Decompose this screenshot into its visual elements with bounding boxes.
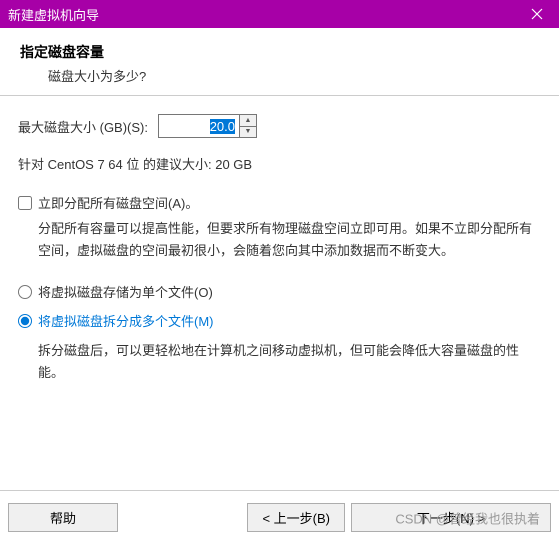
spinner-up[interactable]: ▲	[240, 115, 256, 127]
single-file-row: 将虚拟磁盘存储为单个文件(O)	[18, 282, 541, 301]
footer: 帮助 < 上一步(B) 下一步(N) > CSDN @曾经我也很执着 取消	[0, 490, 559, 544]
page-subtitle: 磁盘大小为多少?	[48, 66, 539, 85]
help-button[interactable]: 帮助	[8, 503, 118, 532]
disk-size-row: 最大磁盘大小 (GB)(S): ▲ ▼	[18, 114, 541, 138]
split-desc: 拆分磁盘后，可以更轻松地在计算机之间移动虚拟机，但可能会降低大容量磁盘的性能。	[38, 340, 541, 384]
disk-size-spinner[interactable]: ▲ ▼	[158, 114, 257, 138]
spinner-down[interactable]: ▼	[240, 127, 256, 138]
single-file-radio[interactable]	[18, 285, 32, 299]
wizard-header: 指定磁盘容量 磁盘大小为多少?	[0, 28, 559, 95]
disk-size-input[interactable]	[159, 115, 239, 137]
next-button[interactable]: 下一步(N) > CSDN @曾经我也很执着	[351, 503, 551, 532]
allocate-label[interactable]: 立即分配所有磁盘空间(A)。	[38, 193, 198, 212]
split-file-row: 将虚拟磁盘拆分成多个文件(M)	[18, 311, 541, 330]
back-button[interactable]: < 上一步(B)	[247, 503, 345, 532]
split-file-label[interactable]: 将虚拟磁盘拆分成多个文件(M)	[38, 311, 214, 330]
disk-size-label: 最大磁盘大小 (GB)(S):	[18, 117, 148, 136]
single-file-label[interactable]: 将虚拟磁盘存储为单个文件(O)	[38, 282, 213, 301]
allocate-checkbox-row: 立即分配所有磁盘空间(A)。	[18, 193, 541, 212]
titlebar: 新建虚拟机向导	[0, 0, 559, 28]
recommend-text: 针对 CentOS 7 64 位 的建议大小: 20 GB	[18, 154, 541, 173]
next-label: 下一步(N) >	[417, 511, 485, 526]
spinner-buttons: ▲ ▼	[239, 115, 256, 137]
allocate-desc: 分配所有容量可以提高性能，但要求所有物理磁盘空间立即可用。如果不立即分配所有空间…	[38, 218, 541, 262]
allocate-checkbox[interactable]	[18, 196, 32, 210]
split-file-radio[interactable]	[18, 314, 32, 328]
content-area: 最大磁盘大小 (GB)(S): ▲ ▼ 针对 CentOS 7 64 位 的建议…	[0, 96, 559, 384]
page-title: 指定磁盘容量	[20, 42, 539, 62]
close-icon	[531, 8, 543, 20]
window-title: 新建虚拟机向导	[8, 5, 99, 24]
close-button[interactable]	[514, 0, 559, 28]
